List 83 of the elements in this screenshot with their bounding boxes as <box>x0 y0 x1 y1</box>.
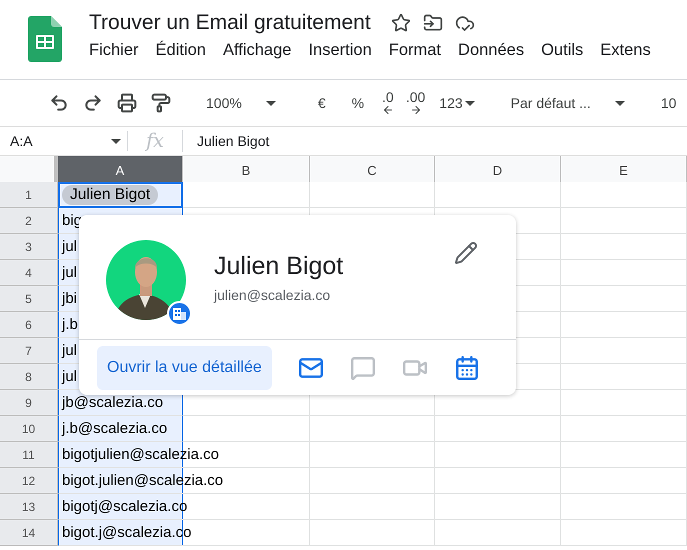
cell-text: jul <box>60 264 78 281</box>
folder-move-icon[interactable] <box>422 13 443 33</box>
row-header[interactable]: 10 <box>0 416 58 442</box>
grid-cell[interactable] <box>435 468 561 494</box>
grid-cell[interactable] <box>310 520 435 546</box>
menu-item[interactable]: Outils <box>541 41 584 60</box>
menu-item[interactable]: Insertion <box>308 41 372 60</box>
grid-cell[interactable] <box>310 494 435 520</box>
grid-cell[interactable] <box>310 416 435 442</box>
grid-cell[interactable] <box>310 182 435 208</box>
grid-cell[interactable] <box>561 494 687 520</box>
sheets-logo-icon[interactable] <box>28 16 62 62</box>
grid-cell[interactable] <box>435 442 561 468</box>
open-details-button[interactable]: Ouvrir la vue détaillée <box>97 346 272 390</box>
decimal-button[interactable]: .00 <box>400 90 432 116</box>
name-box[interactable]: A:A <box>0 131 128 151</box>
row-header[interactable]: 11 <box>0 442 58 468</box>
decimal-button[interactable]: .0 <box>376 90 400 116</box>
grid-cell[interactable] <box>561 208 687 234</box>
cell-text: jul <box>60 238 78 255</box>
dropdown[interactable]: Par défaut ... <box>502 89 633 117</box>
grid-cell[interactable] <box>561 390 687 416</box>
row-header[interactable]: 8 <box>0 364 58 390</box>
grid-cell[interactable] <box>310 442 435 468</box>
grid-cell[interactable] <box>435 416 561 442</box>
grid-cell[interactable] <box>183 182 310 208</box>
grid-cell[interactable] <box>561 364 687 390</box>
grid-cell[interactable] <box>561 442 687 468</box>
menu-item[interactable]: Données <box>458 41 524 60</box>
cell-text: jbi <box>60 290 78 307</box>
document-title[interactable]: Trouver un Email gratuitement <box>89 11 371 35</box>
grid-cell[interactable] <box>561 468 687 494</box>
cell-text: j.b <box>60 316 78 333</box>
formula-field[interactable]: Julien Bigot <box>183 133 270 149</box>
row-header[interactable]: 7 <box>0 338 58 364</box>
row-header[interactable]: 1 <box>0 182 58 208</box>
dropdown[interactable]: 123 <box>431 89 483 117</box>
grid-cell[interactable]: Julien Bigot <box>58 182 183 208</box>
contact-email: julien@scalezia.co <box>214 287 332 303</box>
grid-cell[interactable] <box>561 338 687 364</box>
cell-text: j.b@scalezia.co <box>60 420 168 437</box>
grid-cell[interactable] <box>561 312 687 338</box>
edit-icon[interactable] <box>454 241 478 265</box>
grid-cell[interactable] <box>435 494 561 520</box>
grid-cell[interactable] <box>435 182 561 208</box>
menu-item[interactable]: Édition <box>156 41 206 60</box>
arrow-right-icon <box>410 104 422 116</box>
grid-cell[interactable]: j.b@scalezia.co <box>58 416 183 442</box>
menu-item[interactable]: Fichier <box>89 41 139 60</box>
row-header[interactable]: 14 <box>0 520 58 546</box>
row-header[interactable]: 12 <box>0 468 58 494</box>
format-button[interactable]: € <box>304 89 340 117</box>
menu-item[interactable]: Extens <box>600 41 651 60</box>
row-header[interactable]: 9 <box>0 390 58 416</box>
cell-text: jb@scalezia.co <box>60 394 164 411</box>
row-header[interactable]: 13 <box>0 494 58 520</box>
grid-cell[interactable] <box>435 520 561 546</box>
arrow-left-icon <box>382 104 394 116</box>
dropdown[interactable]: 100% <box>198 89 284 117</box>
row-header[interactable]: 5 <box>0 286 58 312</box>
format-button[interactable]: % <box>340 89 376 117</box>
person-chip[interactable]: Julien Bigot <box>62 185 158 205</box>
grid-cell[interactable] <box>183 416 310 442</box>
menu-item[interactable]: Format <box>388 41 442 60</box>
contact-name: Julien Bigot <box>214 252 344 281</box>
grid-cell[interactable] <box>561 286 687 312</box>
grid-cell[interactable] <box>310 468 435 494</box>
row-header[interactable]: 3 <box>0 234 58 260</box>
menu-item[interactable]: Affichage <box>222 41 292 60</box>
calendar-button[interactable] <box>454 354 480 380</box>
formula-label: fx <box>128 130 183 152</box>
grid-cell[interactable] <box>561 520 687 546</box>
star-icon[interactable] <box>390 13 411 33</box>
cell-text: jul <box>60 368 78 385</box>
grid-cell[interactable] <box>561 234 687 260</box>
row-header[interactable]: 2 <box>0 208 58 234</box>
row-header[interactable]: 6 <box>0 312 58 338</box>
grid-cell[interactable] <box>561 260 687 286</box>
grid-cell[interactable] <box>561 182 687 208</box>
dropdown[interactable]: 10 <box>652 89 687 117</box>
cell-text: jul <box>60 342 78 359</box>
row-header[interactable]: 4 <box>0 260 58 286</box>
grid-cell[interactable] <box>561 416 687 442</box>
